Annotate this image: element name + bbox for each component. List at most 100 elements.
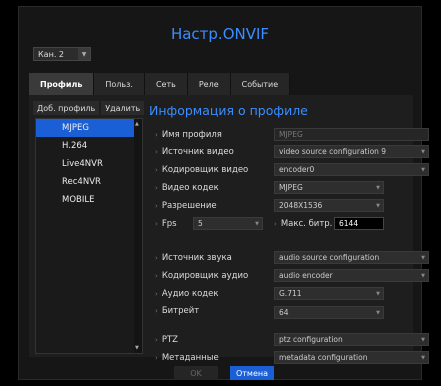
profile-name-field[interactable]: MJPEG [274,128,429,141]
max-bitrate-label: › Макс. битр. [274,219,332,229]
audio-encoder-select[interactable]: audio encoder ▼ [274,269,429,282]
scroll-down-icon[interactable]: ▼ [135,345,139,351]
tab-event[interactable]: Событие [230,73,291,95]
bullet-icon: › [155,254,158,262]
list-item[interactable]: MOBILE [36,191,142,209]
bullet-icon: › [155,202,158,210]
panel-title: Информация о профиле [149,103,308,118]
channel-select[interactable]: Кан. 2 ▼ [33,47,91,61]
main-tabs: Профиль Польз. Сеть Реле Событие [29,73,291,95]
bitrate-select[interactable]: 64 ▼ [274,306,384,319]
bitrate-label-text: Битрейт [161,306,200,316]
cancel-button[interactable]: Отмена [230,366,274,380]
chevron-down-icon: ▼ [376,309,380,316]
audio-codec-label: › Аудио кодек [155,289,219,299]
scroll-up-icon[interactable]: ▲ [135,121,139,127]
chevron-down-icon: ▼ [421,354,425,361]
metadata-label-text: Метаданные [161,353,219,363]
list-item[interactable]: Rec4NVR [36,173,142,191]
list-item[interactable]: Live4NVR [36,155,142,173]
chevron-down-icon: ▼ [421,166,425,173]
ptz-label-text: PTZ [161,335,178,345]
max-bitrate-value: 6144 [339,219,359,228]
bullet-icon: › [155,307,158,315]
audio-codec-select[interactable]: G.711 ▼ [274,287,384,300]
profile-actions: Доб. профиль Удалить [33,101,145,115]
video-codec-label: › Видео кодек [155,183,219,193]
profile-name-label: › Имя профиля [155,130,222,140]
chevron-down-icon: ▼ [421,148,425,155]
fps-label-text: Fps [161,219,177,229]
audio-source-label: › Источник звука [155,253,232,263]
ptz-label: › PTZ [155,335,178,345]
bullet-icon: › [155,184,158,192]
tab-users[interactable]: Польз. [94,73,145,95]
metadata-label: › Метаданные [155,353,219,363]
video-encoder-label: › Кодировщик видео [155,165,248,175]
tab-relay[interactable]: Реле [187,73,231,95]
bullet-icon: › [155,131,158,139]
video-encoder-select[interactable]: encoder0 ▼ [274,163,429,176]
video-encoder-label-text: Кодировщик видео [161,165,249,175]
video-source-select[interactable]: video source configuration 9 ▼ [274,145,429,158]
video-codec-select[interactable]: MJPEG ▼ [274,181,384,194]
bullet-icon: › [155,290,158,298]
chevron-down-icon: ▼ [376,290,380,297]
audio-source-label-text: Источник звука [161,253,232,263]
resolution-select[interactable]: 2048X1536 ▼ [274,199,384,212]
chevron-down-icon: ▼ [255,220,259,227]
fps-value: 5 [198,219,203,228]
video-source-label-text: Источник видео [161,147,234,157]
bullet-icon: › [155,336,158,344]
bullet-icon: › [155,166,158,174]
metadata-value: metadata configuration [279,353,368,362]
list-item[interactable]: MJPEG [36,119,142,137]
profile-list: MJPEG H.264 Live4NVR Rec4NVR MOBILE ▲ ▼ [35,118,143,354]
profile-tab-content: Доб. профиль Удалить MJPEG H.264 Live4NV… [29,95,429,364]
ptz-value: ptz configuration [279,335,343,344]
chevron-down-icon: ▼ [421,254,425,261]
max-bitrate-input[interactable]: 6144 [334,217,384,230]
resolution-value: 2048X1536 [279,201,323,210]
list-item[interactable]: H.264 [36,137,142,155]
video-codec-value: MJPEG [279,183,303,192]
video-encoder-value: encoder0 [279,165,315,174]
video-codec-label-text: Видео кодек [161,183,219,193]
max-bitrate-label-text: Макс. битр. [280,219,333,229]
chevron-down-icon: ▼ [376,184,380,191]
window-title: Настр.ONVIF [170,25,270,43]
audio-encoder-label-text: Кодировщик аудио [161,271,249,281]
bullet-icon: › [155,148,158,156]
metadata-select[interactable]: metadata configuration ▼ [274,351,429,364]
audio-encoder-value: audio encoder [279,271,333,280]
bitrate-value: 64 [279,308,289,317]
profile-name-label-text: Имя профиля [161,130,222,140]
resolution-label: › Разрешение [155,201,217,211]
audio-encoder-label: › Кодировщик аудио [155,271,248,281]
chevron-down-icon: ▼ [78,48,90,60]
chevron-down-icon: ▼ [376,202,380,209]
bullet-icon: › [155,220,158,228]
ok-button[interactable]: OK [174,366,218,380]
ptz-select[interactable]: ptz configuration ▼ [274,333,429,346]
bullet-icon: › [274,220,277,228]
tab-profile[interactable]: Профиль [29,73,95,95]
bullet-icon: › [155,272,158,280]
resolution-label-text: Разрешение [161,201,217,211]
delete-profile-button[interactable]: Удалить [101,101,145,115]
profile-list-scrollbar[interactable]: ▲ ▼ [134,119,142,353]
chevron-down-icon: ▼ [421,336,425,343]
bullet-icon: › [155,354,158,362]
video-source-value: video source configuration 9 [279,147,387,156]
tab-network[interactable]: Сеть [144,73,188,95]
fps-select[interactable]: 5 ▼ [193,217,263,230]
audio-codec-label-text: Аудио кодек [161,289,219,299]
audio-source-select[interactable]: audio source configuration ▼ [274,251,429,264]
profile-name-value: MJPEG [279,130,303,139]
bitrate-label: › Битрейт [155,306,199,316]
fps-label: › Fps [155,219,177,229]
audio-codec-value: G.711 [279,289,302,298]
onvif-settings-window: Настр.ONVIF Кан. 2 ▼ Профиль Польз. Сеть… [18,6,429,380]
video-source-label: › Источник видео [155,147,234,157]
add-profile-button[interactable]: Доб. профиль [33,101,100,115]
